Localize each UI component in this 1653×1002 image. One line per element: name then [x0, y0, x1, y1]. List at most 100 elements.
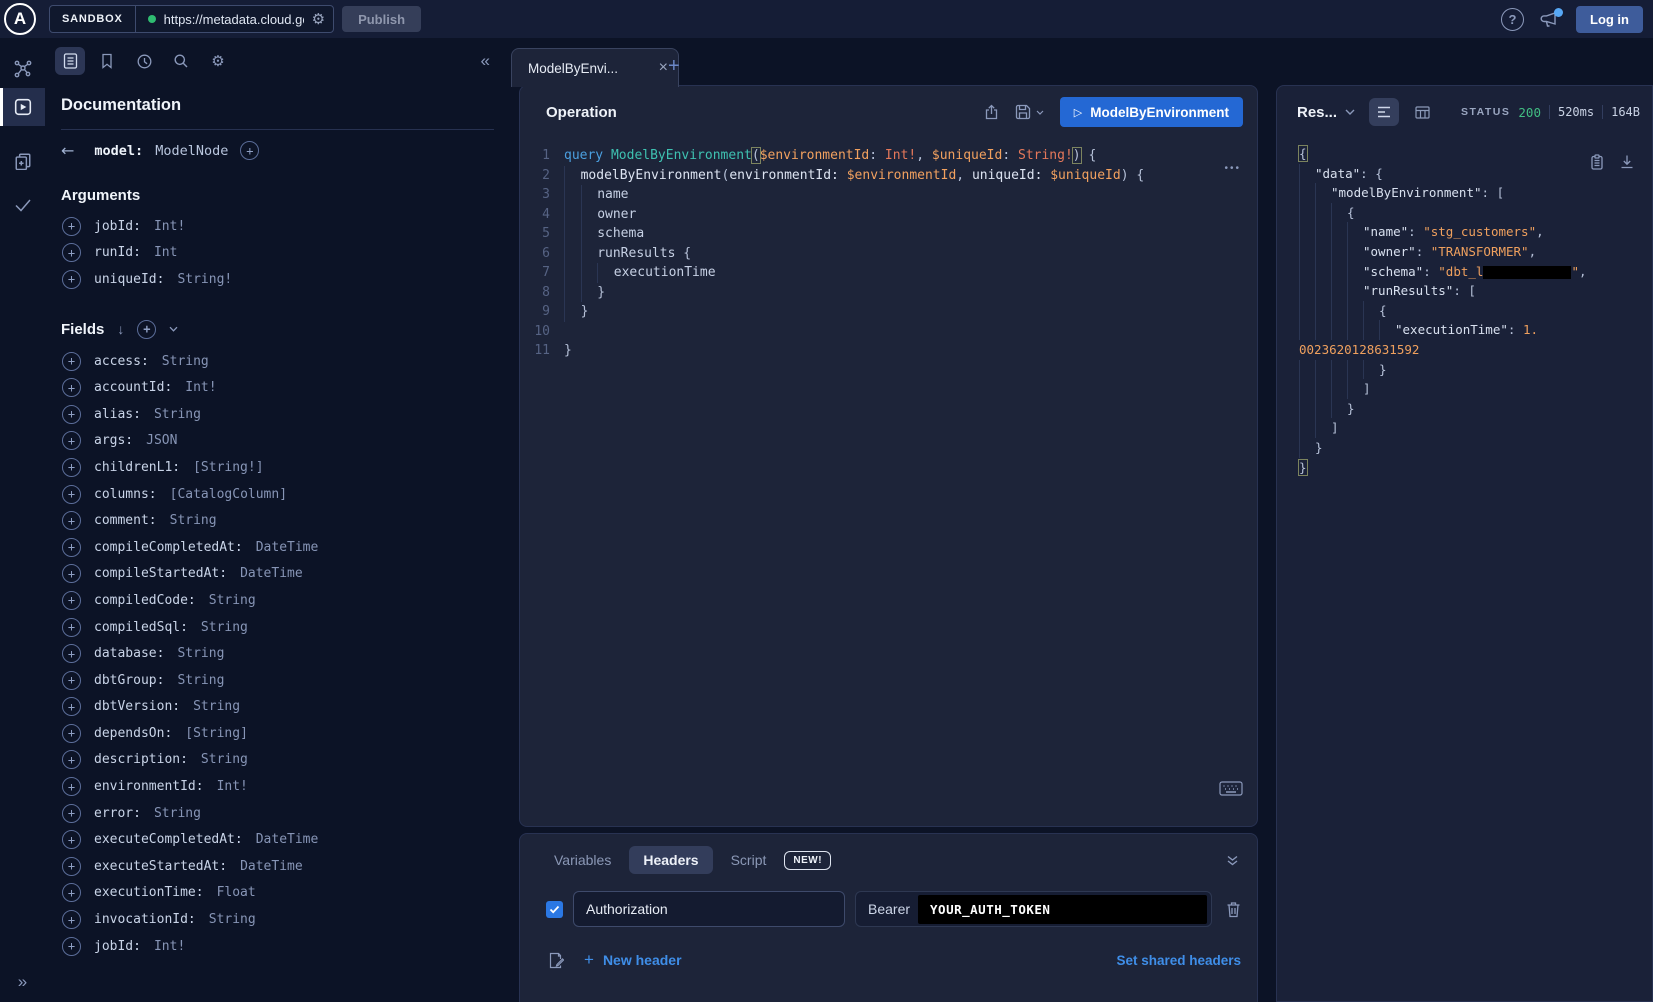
add-field-plus-icon[interactable]: + [62, 937, 81, 956]
editor-overflow-menu-icon[interactable]: ••• [1224, 163, 1241, 174]
expand-rail-icon[interactable]: » [0, 972, 45, 992]
table-view-toggle-icon[interactable] [1407, 98, 1437, 126]
sandbox-pages-icon[interactable] [0, 142, 45, 180]
field-type[interactable]: String [154, 407, 201, 422]
doc-field-row[interactable]: +args:JSON [62, 428, 510, 455]
collapse-panel-double-chevron-icon[interactable] [1226, 855, 1239, 866]
history-icon[interactable] [129, 47, 159, 75]
add-field-plus-icon[interactable]: + [62, 910, 81, 929]
add-field-plus-icon[interactable]: + [240, 141, 259, 160]
field-type[interactable]: Int! [154, 939, 185, 954]
add-field-plus-icon[interactable]: + [62, 352, 81, 371]
close-tab-icon[interactable]: × [659, 59, 668, 77]
save-group[interactable] [1015, 104, 1044, 120]
add-field-plus-icon[interactable]: + [62, 485, 81, 504]
doc-argument-row[interactable]: +runId:Int [62, 240, 510, 267]
field-type[interactable]: DateTime [256, 540, 319, 555]
field-type[interactable]: String [162, 354, 209, 369]
doc-field-row[interactable]: +executeStartedAt:DateTime [62, 853, 510, 880]
add-field-plus-icon[interactable]: + [62, 270, 81, 289]
apollo-logo-icon[interactable]: A [4, 3, 36, 35]
endpoint-url-input[interactable]: https://metadata.cloud.get [164, 12, 304, 27]
set-shared-headers-link[interactable]: Set shared headers [1116, 953, 1241, 968]
doc-field-row[interactable]: +executionTime:Float [62, 880, 510, 907]
query-editor[interactable]: 1query ModelByEnvironment($environmentId… [520, 146, 1257, 361]
add-field-plus-icon[interactable]: + [62, 618, 81, 637]
doc-field-row[interactable]: +description:String [62, 747, 510, 774]
response-chevron-down-icon[interactable] [1345, 109, 1355, 115]
add-field-plus-icon[interactable]: + [62, 777, 81, 796]
add-field-plus-icon[interactable]: + [62, 830, 81, 849]
doc-field-row[interactable]: +dbtGroup:String [62, 667, 510, 694]
doc-argument-row[interactable]: +jobId:Int! [62, 213, 510, 240]
field-type[interactable]: String [170, 513, 217, 528]
add-field-plus-icon[interactable]: + [62, 857, 81, 876]
header-enabled-checkbox[interactable] [546, 901, 563, 918]
add-field-plus-icon[interactable]: + [62, 431, 81, 450]
add-all-fields-icon[interactable]: + [137, 320, 156, 339]
field-type[interactable]: DateTime [240, 859, 303, 874]
doc-argument-row[interactable]: +uniqueId:String! [62, 266, 510, 293]
doc-field-row[interactable]: +columns:[CatalogColumn] [62, 481, 510, 508]
tab-headers[interactable]: Headers [629, 846, 712, 874]
run-operation-button[interactable]: ▷ ModelByEnvironment [1060, 97, 1243, 127]
field-type[interactable]: DateTime [256, 832, 319, 847]
doc-field-row[interactable]: +childrenL1:[String!] [62, 454, 510, 481]
doc-field-row[interactable]: +compiledCode:String [62, 587, 510, 614]
chevron-down-icon[interactable] [169, 326, 178, 332]
save-options-chevron-icon[interactable] [1036, 110, 1044, 115]
doc-field-row[interactable]: +environmentId:Int! [62, 773, 510, 800]
collapse-sidebar-icon[interactable]: « [481, 51, 490, 71]
field-type[interactable]: Float [217, 885, 256, 900]
operation-tab[interactable]: ModelByEnvi... × [511, 48, 679, 87]
add-field-plus-icon[interactable]: + [62, 378, 81, 397]
add-field-plus-icon[interactable]: + [62, 243, 81, 262]
doc-field-row[interactable]: +comment:String [62, 507, 510, 534]
doc-field-row[interactable]: +error:String [62, 800, 510, 827]
field-type[interactable]: String [154, 806, 201, 821]
add-field-plus-icon[interactable]: + [62, 750, 81, 769]
search-icon[interactable] [166, 47, 196, 75]
doc-field-row[interactable]: +jobId:Int! [62, 933, 510, 960]
header-name-input[interactable] [573, 891, 845, 927]
doc-field-row[interactable]: +compileCompletedAt:DateTime [62, 534, 510, 561]
field-type[interactable]: [String!] [193, 460, 263, 475]
keyboard-shortcuts-icon[interactable] [1219, 781, 1243, 796]
doc-field-row[interactable]: +dbtVersion:String [62, 694, 510, 721]
field-type[interactable]: String [201, 752, 248, 767]
breadcrumb-type[interactable]: ModelNode [155, 143, 228, 159]
doc-field-row[interactable]: +executeCompletedAt:DateTime [62, 826, 510, 853]
field-type[interactable]: String [209, 912, 256, 927]
doc-field-row[interactable]: +database:String [62, 640, 510, 667]
bookmarks-icon[interactable] [92, 47, 122, 75]
field-type[interactable]: Int [154, 245, 177, 260]
raw-view-toggle-icon[interactable] [1369, 98, 1399, 126]
doc-field-row[interactable]: +alias:String [62, 401, 510, 428]
add-field-plus-icon[interactable]: + [62, 724, 81, 743]
add-field-plus-icon[interactable]: + [62, 511, 81, 530]
doc-field-row[interactable]: +compileStartedAt:DateTime [62, 561, 510, 588]
add-field-plus-icon[interactable]: + [62, 458, 81, 477]
endpoint-settings-gear-icon[interactable]: ⚙ [304, 10, 333, 28]
field-type[interactable]: [String] [185, 726, 248, 741]
field-type[interactable]: Int! [217, 779, 248, 794]
add-field-plus-icon[interactable]: + [62, 644, 81, 663]
field-type[interactable]: String [177, 646, 224, 661]
save-icon[interactable] [1015, 104, 1031, 120]
back-arrow-icon[interactable]: ← [61, 141, 74, 160]
doc-field-row[interactable]: +dependsOn:[String] [62, 720, 510, 747]
doc-field-row[interactable]: +invocationId:String [62, 906, 510, 933]
script-file-icon[interactable] [548, 952, 564, 969]
doc-field-row[interactable]: +accountId:Int! [62, 374, 510, 401]
add-field-plus-icon[interactable]: + [62, 804, 81, 823]
field-type[interactable]: Int! [185, 380, 216, 395]
field-type[interactable]: DateTime [240, 566, 303, 581]
new-tab-button[interactable]: + [668, 55, 680, 78]
announcements-megaphone-icon[interactable] [1540, 11, 1560, 28]
tab-script[interactable]: Script [723, 846, 775, 874]
delete-header-trash-icon[interactable] [1226, 901, 1241, 918]
header-value-input[interactable]: Bearer YOUR_AUTH_TOKEN [855, 891, 1212, 927]
add-field-plus-icon[interactable]: + [62, 405, 81, 424]
download-response-icon[interactable] [1620, 154, 1634, 170]
field-type[interactable]: Int! [154, 219, 185, 234]
